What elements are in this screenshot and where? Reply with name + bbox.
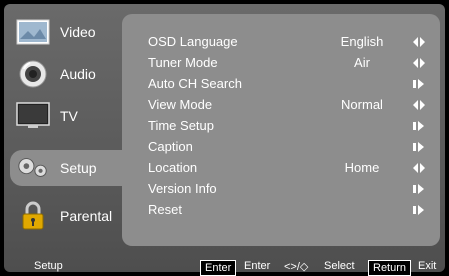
left-right-arrow-icon	[413, 100, 425, 110]
menu-row-label: Time Setup	[148, 118, 214, 133]
osd-screen: Video Audio TV Setup Parental OSD Langua…	[4, 4, 445, 276]
menu-row-reset[interactable]: Reset	[122, 200, 440, 220]
menu-row-value: English	[340, 34, 384, 49]
menu-row-label: OSD Language	[148, 34, 238, 49]
menu-row-value: Normal	[341, 97, 383, 112]
left-right-arrow-icon	[413, 163, 425, 173]
menu-row-caption[interactable]: Caption	[122, 137, 440, 157]
enter-arrow-icon	[413, 142, 424, 152]
enter-arrow-icon	[413, 205, 424, 215]
menu-row-time-setup[interactable]: Time Setup	[122, 116, 440, 136]
nav-key-hint: <>/◇	[284, 261, 309, 273]
sidebar-item-label: TV	[60, 108, 78, 124]
menu-row-value: Air	[354, 55, 370, 70]
sidebar-item-label: Audio	[60, 66, 96, 82]
menu-row-auto-ch-search[interactable]: Auto CH Search	[122, 74, 440, 94]
footer-section-label: Setup	[34, 260, 63, 272]
menu-row-label: View Mode	[148, 97, 213, 112]
sidebar-item-setup[interactable]: Setup	[10, 150, 122, 186]
sidebar-item-parental[interactable]: Parental	[10, 198, 122, 234]
menu-row-location[interactable]: Location Home	[122, 158, 440, 178]
padlock-icon	[16, 201, 50, 231]
gears-icon	[16, 153, 50, 183]
tv-icon	[16, 101, 50, 131]
enter-key-hint: Enter	[200, 260, 237, 276]
left-right-arrow-icon	[413, 58, 425, 68]
menu-row-label: Location	[148, 160, 198, 175]
sidebar-item-tv[interactable]: TV	[10, 98, 122, 134]
menu-row-value: Home	[344, 160, 380, 175]
sidebar-item-video[interactable]: Video	[10, 14, 122, 50]
sidebar-item-audio[interactable]: Audio	[10, 56, 122, 92]
menu-row-label: Auto CH Search	[148, 76, 242, 91]
menu-row-osd-language[interactable]: OSD Language English	[122, 32, 440, 52]
setup-menu-panel: OSD Language English Tuner Mode Air Auto…	[122, 14, 440, 246]
enter-arrow-icon	[413, 121, 424, 131]
key-hint-bar: Setup Enter Enter <>/◇ Select Return Exi…	[4, 256, 445, 276]
menu-row-label: Version Info	[148, 181, 217, 196]
menu-row-label: Tuner Mode	[148, 55, 218, 70]
left-right-arrow-icon	[413, 37, 425, 47]
menu-row-label: Reset	[148, 202, 182, 217]
enter-action-label: Enter	[244, 260, 271, 272]
menu-row-view-mode[interactable]: View Mode Normal	[122, 95, 440, 115]
enter-arrow-icon	[413, 184, 424, 194]
video-icon	[16, 17, 50, 47]
audio-icon	[16, 59, 50, 89]
select-action-label: Select	[324, 260, 355, 272]
return-key-hint: Return	[368, 260, 412, 276]
sidebar-item-label: Video	[60, 24, 96, 40]
menu-row-version-info[interactable]: Version Info	[122, 179, 440, 199]
sidebar-item-label: Setup	[60, 160, 97, 176]
menu-row-label: Caption	[148, 139, 193, 154]
exit-action-label: Exit	[418, 260, 437, 272]
menu-row-tuner-mode[interactable]: Tuner Mode Air	[122, 53, 440, 73]
enter-arrow-icon	[413, 79, 424, 89]
sidebar-item-label: Parental	[60, 208, 113, 224]
